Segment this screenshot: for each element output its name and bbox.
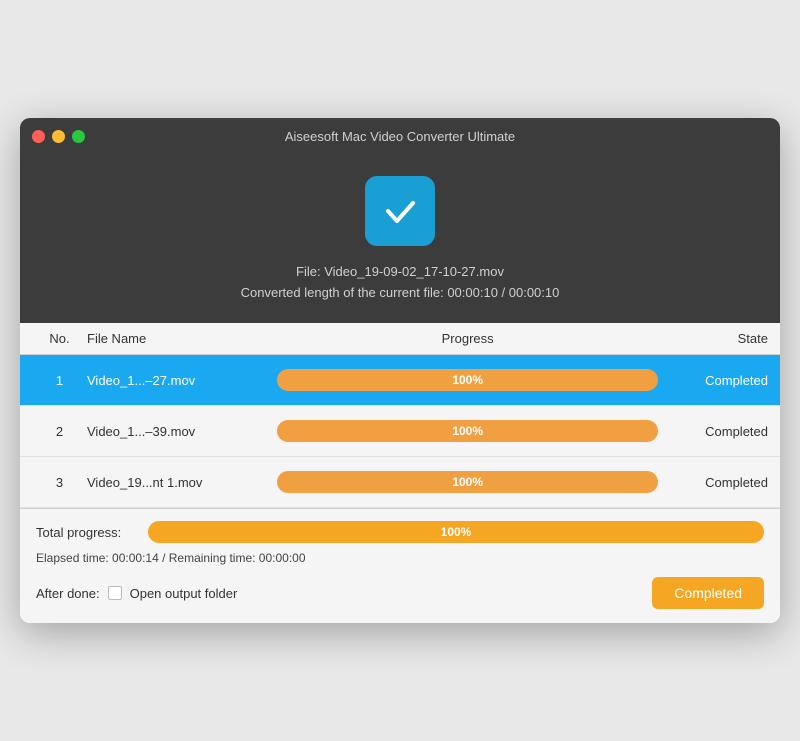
traffic-lights [32, 130, 85, 143]
checkmark-icon [380, 191, 420, 231]
col-header-filename: File Name [87, 331, 277, 346]
row-2-no: 2 [32, 424, 87, 439]
row-1-filename: Video_1...–27.mov [87, 373, 277, 388]
table-header: No. File Name Progress State [20, 323, 780, 355]
window-title: Aiseesoft Mac Video Converter Ultimate [285, 129, 515, 144]
row-3-state: Completed [658, 475, 768, 490]
row-3-no: 3 [32, 475, 87, 490]
col-header-progress: Progress [277, 331, 658, 346]
table-row[interactable]: 1 Video_1...–27.mov 100% Completed [20, 355, 780, 406]
row-3-filename: Video_19...nt 1.mov [87, 475, 277, 490]
total-progress-bar: 100% [148, 521, 764, 543]
row-1-progress-container: 100% [277, 369, 658, 391]
title-bar: Aiseesoft Mac Video Converter Ultimate [20, 118, 780, 156]
after-done-label: After done: [36, 586, 100, 601]
total-progress-label: Total progress: [36, 525, 136, 540]
row-1-state: Completed [658, 373, 768, 388]
open-output-checkbox[interactable] [108, 586, 122, 600]
maximize-button[interactable] [72, 130, 85, 143]
row-2-progress-bar: 100% [277, 420, 658, 442]
row-2-progress-container: 100% [277, 420, 658, 442]
table-row[interactable]: 2 Video_1...–39.mov 100% Completed [20, 406, 780, 457]
row-3-progress-label: 100% [452, 475, 483, 489]
minimize-button[interactable] [52, 130, 65, 143]
after-done-left: After done: Open output folder [36, 586, 237, 601]
total-progress-row: Total progress: 100% [36, 521, 764, 543]
main-window: Aiseesoft Mac Video Converter Ultimate F… [20, 118, 780, 624]
col-header-state: State [658, 331, 768, 346]
footer-area: Total progress: 100% Elapsed time: 00:00… [20, 508, 780, 623]
row-1-progress-bar: 100% [277, 369, 658, 391]
close-button[interactable] [32, 130, 45, 143]
row-3-progress-bar: 100% [277, 471, 658, 493]
elapsed-time-label: Elapsed time: 00:00:14 / Remaining time:… [36, 551, 764, 565]
after-done-row: After done: Open output folder Completed [36, 577, 764, 609]
row-1-progress-label: 100% [452, 373, 483, 387]
converted-length: Converted length of the current file: 00… [241, 283, 560, 304]
col-header-no: No. [32, 331, 87, 346]
row-2-progress-label: 100% [452, 424, 483, 438]
row-2-state: Completed [658, 424, 768, 439]
completed-button[interactable]: Completed [652, 577, 764, 609]
total-progress-value: 100% [441, 525, 472, 539]
row-2-filename: Video_1...–39.mov [87, 424, 277, 439]
table-row[interactable]: 3 Video_19...nt 1.mov 100% Completed [20, 457, 780, 508]
header-area: File: Video_19-09-02_17-10-27.mov Conver… [20, 156, 780, 324]
file-info: File: Video_19-09-02_17-10-27.mov Conver… [241, 262, 560, 304]
open-output-label: Open output folder [130, 586, 238, 601]
file-label: File: Video_19-09-02_17-10-27.mov [241, 262, 560, 283]
row-1-no: 1 [32, 373, 87, 388]
row-3-progress-container: 100% [277, 471, 658, 493]
checkmark-circle [365, 176, 435, 246]
file-table: No. File Name Progress State 1 Video_1..… [20, 323, 780, 508]
